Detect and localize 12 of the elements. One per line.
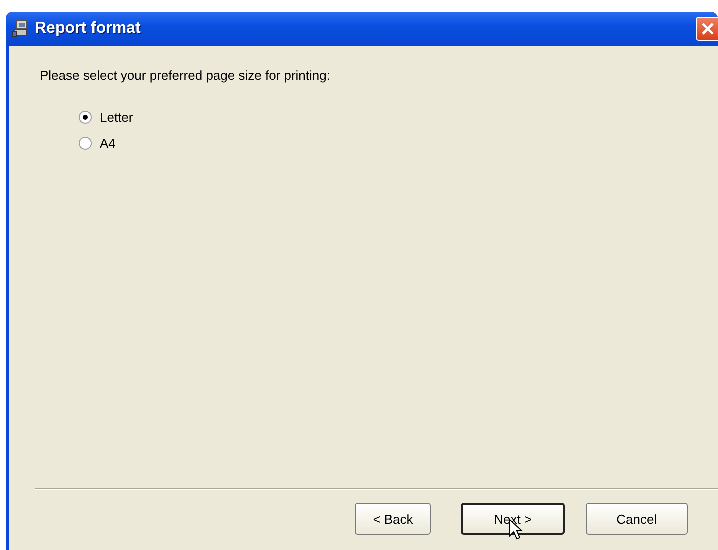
- prompt-text: Please select your preferred page size for printing:: [40, 68, 332, 83]
- dialog-button[interactable]: Next >: [461, 503, 565, 535]
- option-label[interactable]: Letter: [100, 110, 134, 125]
- close-icon: [700, 22, 714, 36]
- computer-icon: [12, 20, 30, 38]
- close-button[interactable]: [696, 17, 718, 41]
- dialog-button[interactable]: < Back: [355, 503, 432, 535]
- radio-button[interactable]: [79, 111, 92, 124]
- dialog-button[interactable]: Cancel: [586, 503, 688, 535]
- radio-button[interactable]: [79, 137, 92, 150]
- window-title: Report format: [35, 20, 141, 38]
- option-label[interactable]: A4: [100, 136, 116, 151]
